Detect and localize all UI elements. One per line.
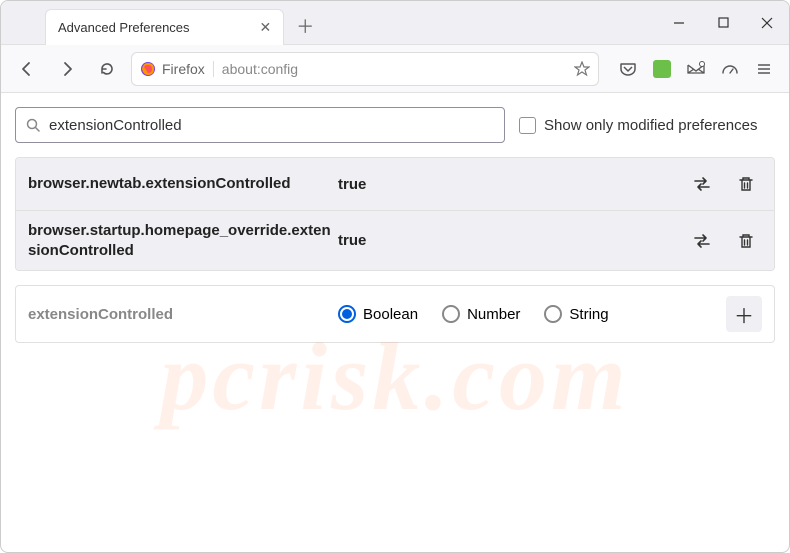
checkbox-icon [519, 117, 536, 134]
dashboard-icon[interactable] [715, 54, 745, 84]
minimize-button[interactable] [657, 1, 701, 45]
title-bar: Advanced Preferences ✕ ＋ [1, 1, 789, 45]
content-area: Show only modified preferences browser.n… [1, 93, 789, 357]
radio-label: Number [467, 306, 520, 323]
pref-value: true [338, 176, 686, 193]
bookmark-star-icon[interactable] [574, 61, 590, 77]
maximize-button[interactable] [701, 1, 745, 45]
pref-row: browser.newtab.extensionControlled true [16, 158, 774, 211]
add-button[interactable]: ＋ [726, 296, 762, 332]
browser-tab[interactable]: Advanced Preferences ✕ [45, 9, 284, 45]
radio-number[interactable]: Number [442, 305, 520, 323]
search-box[interactable] [15, 107, 505, 143]
reload-button[interactable] [91, 53, 123, 85]
nav-bar: Firefox about:config [1, 45, 789, 93]
new-pref-name: extensionControlled [28, 306, 338, 323]
search-row: Show only modified preferences [15, 107, 775, 143]
toggle-button[interactable] [686, 225, 718, 257]
delete-button[interactable] [730, 168, 762, 200]
search-input[interactable] [49, 117, 494, 134]
url-bar[interactable]: Firefox about:config [131, 52, 599, 86]
radio-boolean[interactable]: Boolean [338, 305, 418, 323]
close-window-button[interactable] [745, 1, 789, 45]
radio-icon [544, 305, 562, 323]
firefox-icon [140, 61, 156, 77]
search-icon [26, 118, 41, 133]
radio-label: Boolean [363, 306, 418, 323]
menu-icon[interactable] [749, 54, 779, 84]
pref-name: browser.startup.homepage_override.extens… [28, 221, 338, 260]
back-button[interactable] [11, 53, 43, 85]
pref-actions [686, 225, 762, 257]
preferences-table: browser.newtab.extensionControlled true … [15, 157, 775, 271]
delete-button[interactable] [730, 225, 762, 257]
new-tab-button[interactable]: ＋ [296, 13, 314, 39]
type-radio-group: Boolean Number String [338, 305, 726, 323]
radio-string[interactable]: String [544, 305, 608, 323]
window-controls [657, 1, 789, 45]
pref-actions [686, 168, 762, 200]
toggle-button[interactable] [686, 168, 718, 200]
pocket-icon[interactable] [613, 54, 643, 84]
pref-name: browser.newtab.extensionControlled [28, 174, 338, 194]
pref-value: true [338, 232, 686, 249]
toolbar-icons [607, 54, 779, 84]
browser-window: Advanced Preferences ✕ ＋ [0, 0, 790, 553]
identity-label: Firefox [162, 61, 205, 77]
site-identity[interactable]: Firefox [140, 61, 214, 77]
radio-icon [338, 305, 356, 323]
radio-label: String [569, 306, 608, 323]
forward-button[interactable] [51, 53, 83, 85]
extension-badge-icon[interactable] [647, 54, 677, 84]
pref-row: browser.startup.homepage_override.extens… [16, 211, 774, 270]
radio-icon [442, 305, 460, 323]
tab-title: Advanced Preferences [58, 20, 190, 35]
url-text: about:config [222, 61, 566, 77]
checkbox-label: Show only modified preferences [544, 117, 757, 134]
close-tab-icon[interactable]: ✕ [260, 19, 272, 36]
show-modified-checkbox[interactable]: Show only modified preferences [519, 117, 757, 134]
mail-icon[interactable] [681, 54, 711, 84]
new-pref-row: extensionControlled Boolean Number Strin… [15, 285, 775, 343]
